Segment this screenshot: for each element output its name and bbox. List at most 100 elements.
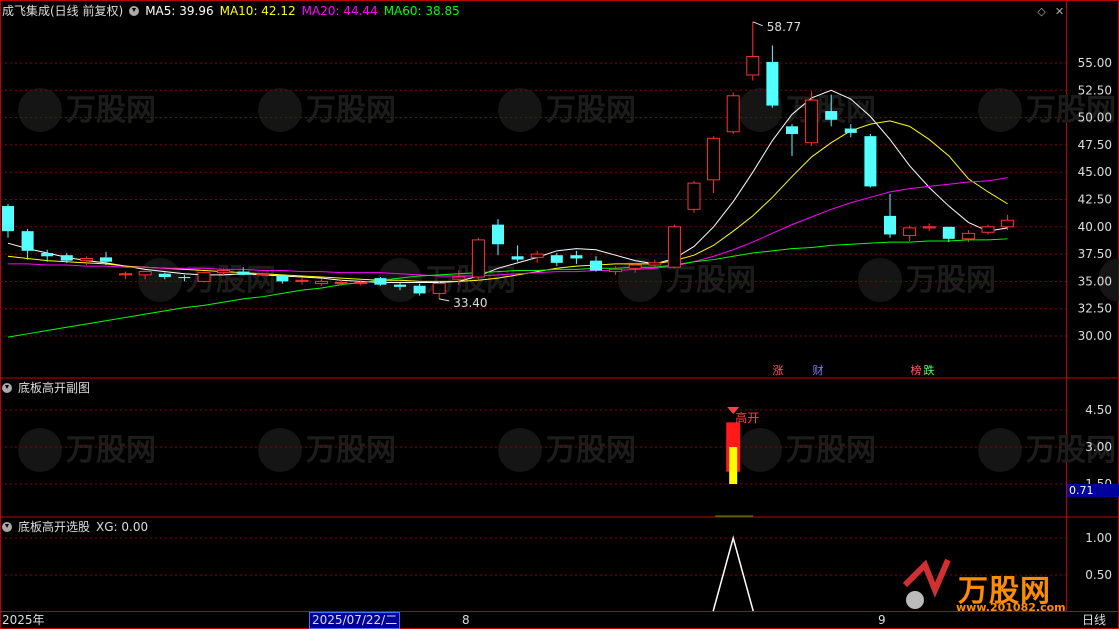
candle-body-up	[609, 268, 623, 273]
candle-body-down	[60, 255, 73, 261]
candle-body-down	[158, 273, 171, 278]
candle-body-up	[746, 55, 760, 76]
sub1-tick-label: 4.50	[1085, 403, 1112, 417]
watermark-mark	[18, 428, 62, 472]
candle-body-down	[590, 260, 602, 271]
candle-body-down	[570, 255, 583, 259]
candle-body-down	[511, 256, 524, 260]
main-panel-title-bar: 成飞集成(日线 前复权) MA5: 39.96 MA10: 42.12 MA20: 4…	[2, 3, 466, 19]
candle-body-up	[334, 281, 348, 285]
event-badge: 涨	[773, 364, 784, 377]
sub-panel-2-title-bar: 底板高开选股 XG: 0.00	[2, 519, 154, 535]
watermark-mark	[138, 258, 182, 302]
low-marker-arrow	[439, 298, 450, 302]
watermark-mark: 万股网	[546, 93, 636, 128]
low-price-label: 33.40	[453, 296, 487, 310]
candle-body-down	[394, 284, 406, 287]
candle-body-up	[805, 99, 819, 144]
candle-body-up	[471, 239, 485, 278]
time-axis[interactable]: 2025年 2025/07/22/二 8 9 日线	[0, 612, 1119, 629]
sub1-title[interactable]: 底板高开副图	[18, 381, 90, 395]
watermark-mark: 万股网	[666, 263, 756, 298]
xg-label: XG: 0.00	[96, 520, 149, 534]
settings-icon[interactable]	[129, 6, 140, 16]
watermark-mark: 万股网	[306, 93, 396, 128]
settings-icon[interactable]	[2, 383, 12, 393]
candle-body-up	[648, 262, 662, 266]
price-tick-label: 47.50	[1078, 138, 1112, 152]
diamond-icon[interactable]: ◇	[1035, 5, 1048, 18]
event-badge: 跌	[924, 363, 935, 377]
cursor-date: 2025/07/22/二	[309, 612, 401, 629]
price-tick-label: 37.50	[1078, 247, 1112, 261]
month-8-label: 8	[462, 613, 470, 627]
candle-body-up	[138, 271, 152, 276]
price-tick-label: 42.50	[1078, 193, 1112, 207]
sub1-tick-label: 3.00	[1085, 440, 1112, 454]
month-9-label: 9	[878, 613, 886, 627]
candle-body-down	[786, 126, 798, 134]
candle-body-down	[550, 255, 563, 263]
watermark-mark	[498, 88, 542, 132]
watermark-mark: 万股网	[906, 263, 996, 298]
candle-body-up	[256, 273, 270, 276]
high-marker-arrow	[752, 21, 763, 27]
candle-body-up	[315, 280, 329, 285]
sub2-tick-label: 1.00	[1085, 531, 1112, 545]
watermark-mark	[978, 88, 1022, 132]
watermark-mark: 万股网	[66, 433, 156, 468]
candle-body-up	[981, 226, 995, 233]
watermark-mark	[18, 88, 62, 132]
settings-icon[interactable]	[2, 522, 12, 532]
price-tick-label: 35.00	[1078, 274, 1112, 288]
sub-panel-1-title-bar: 底板高开副图	[2, 380, 96, 396]
price-tick-label: 52.50	[1078, 83, 1112, 97]
close-icon[interactable]: ✕	[1053, 5, 1066, 18]
candle-body-down	[413, 285, 426, 294]
event-badge: 财	[813, 363, 824, 377]
candle-body-down	[276, 275, 289, 282]
candle-body-down	[41, 253, 54, 257]
candle-body-up	[452, 276, 466, 280]
sub2-title[interactable]: 底板高开选股	[18, 520, 90, 534]
watermark-mark	[858, 258, 902, 302]
ma5-label: MA5: 39.96	[145, 4, 214, 18]
candle-body-up	[903, 227, 917, 237]
stock-chart-app: 万股网 万股网 万股网 万股网 万股网 万股网 万股网 万股网 万股网 万股网 万股网 万股网 万股网万…	[0, 0, 1119, 629]
watermark-logo-face	[906, 591, 924, 609]
ma20-label: MA20: 44.44	[301, 4, 378, 18]
candle-body-down	[825, 111, 838, 120]
candle-body-up	[119, 273, 133, 276]
price-tick-label: 32.50	[1078, 302, 1112, 316]
price-tick-label: 45.00	[1078, 165, 1112, 179]
candle-body-up	[217, 269, 231, 274]
watermark-mark: 万股网	[306, 433, 396, 468]
candle-body-down	[844, 128, 857, 133]
candle-body-down	[237, 271, 250, 275]
candle-body-down	[492, 224, 504, 245]
watermark-url: www.201082.com	[956, 601, 1066, 614]
candle-body-down	[766, 61, 779, 106]
candle-body-up	[432, 283, 446, 294]
xg-signal-line	[712, 535, 754, 612]
candle-body-down	[178, 277, 191, 279]
price-tick-label: 30.00	[1078, 329, 1112, 343]
watermark-mark	[738, 428, 782, 472]
period-label[interactable]: 日线	[1082, 613, 1106, 628]
candle-body-down	[21, 231, 34, 251]
price-tick-label: 40.00	[1078, 220, 1112, 234]
year-label: 2025年	[2, 613, 45, 627]
candle-body-up	[79, 257, 93, 262]
chart-canvas: 万股网 万股网 万股网 万股网 万股网万股网 万股网 万股网 万股网万股网 万股网 万股网 万股网万…	[0, 0, 1119, 629]
candle-body-down	[2, 206, 14, 232]
candle-body-down	[374, 278, 387, 285]
candle-body-up	[667, 226, 681, 268]
candle-body-down	[864, 136, 877, 187]
event-badge: 榜	[911, 363, 922, 377]
watermark-mark	[498, 428, 542, 472]
candle-body-up	[530, 253, 544, 258]
stock-title[interactable]: 成飞集成(日线 前复权)	[2, 4, 123, 18]
candle-body-up	[687, 182, 701, 210]
watermark-mark	[258, 428, 302, 472]
candle-body-up	[628, 264, 642, 269]
